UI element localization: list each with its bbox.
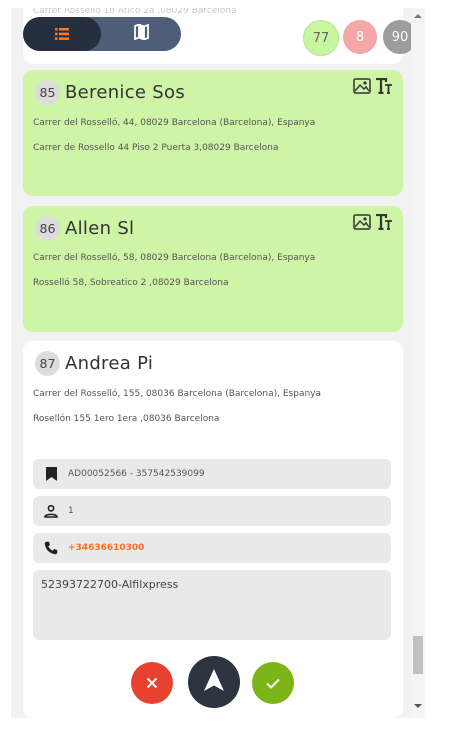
photo-icon[interactable] [353,214,371,234]
stop-actions [353,213,393,234]
previous-stop-address: Carrer Rosselló 18 Àtico 2a ,08029 Barce… [33,8,237,16]
scrollbar[interactable] [411,8,425,718]
original-address: Rosellón 155 1ero 1era ,08036 Barcelona [33,414,220,424]
original-address: Carrer de Rossello 44 Piso 2 Puerta 3,08… [33,143,279,153]
confirm-delivery-button[interactable] [252,662,294,704]
customer-name: Allen Sl [65,218,135,239]
phone-number[interactable]: +34636610300 [68,543,144,553]
stop-number: 85 [35,80,60,105]
stop-header: 87 Andrea Pi [35,351,153,376]
check-icon [266,674,280,693]
stop-card[interactable]: 86 Allen Sl Carrer del Rosselló, 58, 080… [23,206,403,332]
scroll-up-arrow-icon[interactable] [414,14,422,18]
scroll-down-arrow-icon[interactable] [414,704,422,708]
view-toggle [23,17,181,51]
list-view-button[interactable] [23,17,101,51]
customer-name: Berenice Sos [65,82,186,103]
bookmark-icon [44,466,58,482]
tracking-number: AD00052566 - 357542539099 [68,469,205,479]
original-address: Rosselló 58, Sobreatico 2 ,08029 Barcelo… [33,278,229,288]
failed-count-badge[interactable]: 8 [343,20,377,54]
stop-header: 86 Allen Sl [35,216,134,241]
navigate-button[interactable] [188,656,240,708]
geocoded-address: Carrer del Rosselló, 58, 08029 Barcelona… [33,253,316,263]
navigation-arrow-icon [204,669,224,695]
stop-number: 87 [35,351,60,376]
list-icon [55,25,69,44]
tracking-row[interactable]: AD00052566 - 357542539099 [33,459,391,489]
phone-icon [44,540,58,556]
customer-name: Andrea Pi [65,353,154,374]
cancel-delivery-button[interactable] [131,662,173,704]
map-view-button[interactable] [101,17,181,51]
person-icon [44,503,58,519]
close-icon [146,674,158,693]
delivery-list-panel: Carrer Rosselló 18 Àtico 2a ,08029 Barce… [11,8,425,718]
geocoded-address: Carrer del Rosselló, 155, 08036 Barcelon… [33,389,322,399]
package-count: 1 [68,506,74,516]
stop-card[interactable]: 85 Berenice Sos Carrer del Rosselló, 44,… [23,70,403,196]
notes-field[interactable]: 52393722700-Alfilxpress [33,570,391,640]
text-size-icon[interactable] [375,213,393,234]
top-bar: Carrer Rosselló 18 Àtico 2a ,08029 Barce… [11,8,422,70]
photo-icon[interactable] [353,78,371,98]
stop-number: 86 [35,216,60,241]
phone-row[interactable]: +34636610300 [33,533,391,563]
stop-actions [353,77,393,98]
completed-count-badge[interactable]: 77 [303,20,339,56]
map-icon [133,23,149,44]
geocoded-address: Carrer del Rosselló, 44, 08029 Barcelona… [33,118,316,128]
scrollbar-thumb[interactable] [413,636,423,674]
notes-text: 52393722700-Alfilxpress [41,578,179,591]
packages-row[interactable]: 1 [33,496,391,526]
stop-header: 85 Berenice Sos [35,80,185,105]
text-size-icon[interactable] [375,77,393,98]
